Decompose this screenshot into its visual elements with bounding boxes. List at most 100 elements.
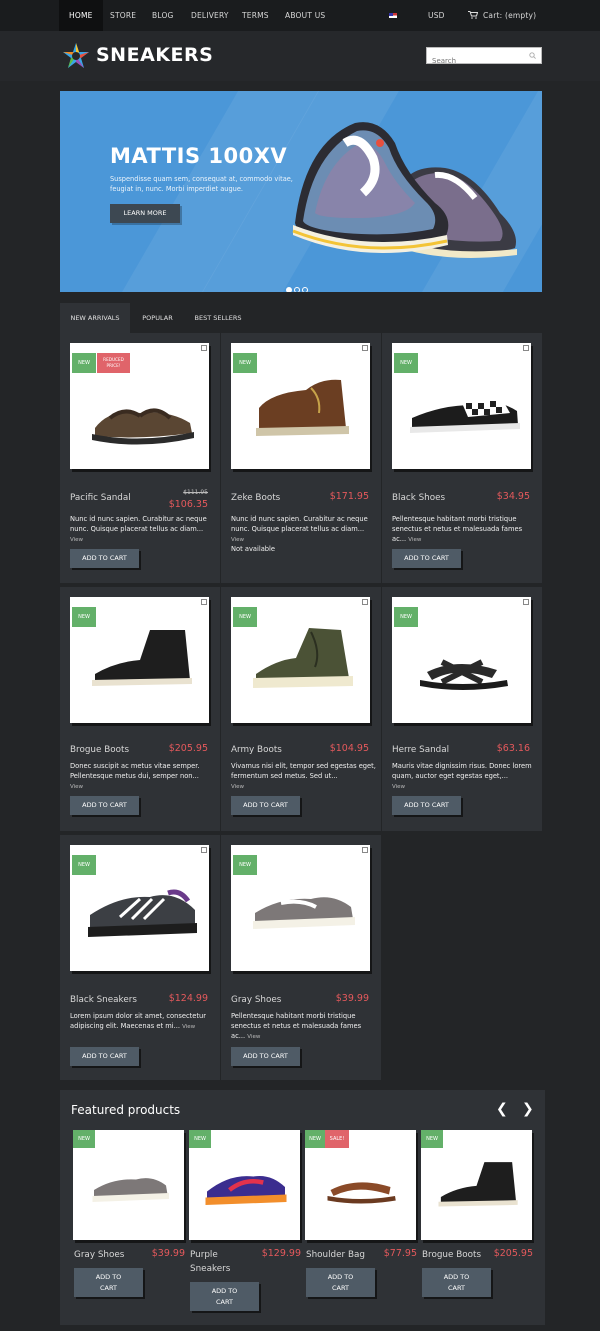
compare-checkbox[interactable]	[201, 345, 207, 351]
product-name[interactable]: Zeke Boots	[231, 493, 280, 503]
product-name[interactable]: Brogue Boots	[70, 745, 129, 755]
product-card[interactable]: NEW Gray Shoes $39.99 Pellentesque habit…	[221, 835, 381, 1080]
product-image[interactable]: NEW SALE!	[305, 1130, 416, 1240]
nav-store[interactable]: STORE	[110, 0, 136, 31]
new-badge: NEW	[72, 353, 96, 373]
prev-arrow-icon[interactable]: ❮	[496, 1101, 508, 1117]
product-image[interactable]: NEW	[70, 597, 209, 723]
product-name[interactable]: Gray Shoes	[74, 1248, 134, 1262]
product-name[interactable]: Black Sneakers	[70, 995, 137, 1005]
tab-best-sellers[interactable]: BEST SELLERS	[188, 303, 248, 333]
product-price: $104.95	[329, 743, 369, 754]
tab-popular[interactable]: POPULAR	[135, 303, 180, 333]
product-card[interactable]: NEW Herre Sandal $63.16 Mauris vitae dig…	[382, 587, 542, 831]
compare-checkbox[interactable]	[362, 599, 368, 605]
view-link[interactable]: View	[231, 537, 244, 543]
language-flag-icon[interactable]	[389, 13, 397, 18]
product-description: Vivamus nisi elit, tempor sed egestas eg…	[231, 761, 376, 792]
view-link[interactable]: View	[392, 784, 405, 790]
add-to-cart-button[interactable]: ADD TO CART	[190, 1282, 259, 1311]
view-link[interactable]: View	[247, 1034, 260, 1040]
compare-checkbox[interactable]	[523, 599, 529, 605]
product-image[interactable]: NEW	[392, 597, 531, 723]
view-link[interactable]: View	[408, 537, 421, 543]
new-badge: NEW	[189, 1130, 211, 1148]
product-card[interactable]: NEW Army Boots $104.95 Vivamus nisi elit…	[221, 587, 381, 831]
product-price: $106.35	[168, 499, 208, 510]
view-link[interactable]: View	[70, 784, 83, 790]
logo-text[interactable]: SNEAKERS	[96, 44, 213, 66]
add-to-cart-button[interactable]: ADD TO CART	[231, 796, 300, 815]
product-image[interactable]: NEW	[231, 597, 370, 723]
tab-new-arrivals[interactable]: NEW ARRIVALS	[60, 303, 130, 333]
sandal-icon	[327, 1182, 396, 1204]
product-image[interactable]: NEW	[73, 1130, 184, 1240]
button-label: CART	[332, 1284, 349, 1292]
search-icon[interactable]	[529, 52, 536, 59]
product-image[interactable]: NEW	[70, 845, 209, 971]
product-price: $205.95	[168, 743, 208, 754]
view-link[interactable]: View	[231, 784, 244, 790]
compare-checkbox[interactable]	[362, 847, 368, 853]
new-badge: NEW	[72, 855, 96, 875]
nav-blog[interactable]: BLOG	[152, 0, 174, 31]
product-name[interactable]: Black Shoes	[392, 493, 445, 503]
add-to-cart-button[interactable]: ADD TO CART	[70, 796, 139, 815]
add-to-cart-button[interactable]: ADD TO CART	[70, 1047, 139, 1066]
cart-icon[interactable]	[468, 11, 478, 19]
product-name[interactable]: Pacific Sandal	[70, 493, 131, 503]
logo-star-icon[interactable]	[62, 42, 90, 70]
product-image[interactable]: NEW	[231, 845, 370, 971]
product-name[interactable]: Herre Sandal	[392, 745, 449, 755]
view-link[interactable]: View	[182, 1024, 195, 1030]
product-image[interactable]: NEW REDUCED PRICE!	[70, 343, 209, 469]
description-text: Donec suscipit ac metus vitae semper. Pe…	[70, 762, 200, 780]
old-price: $111.95	[183, 489, 208, 496]
next-arrow-icon[interactable]: ❯	[522, 1101, 534, 1117]
compare-checkbox[interactable]	[362, 345, 368, 351]
product-card[interactable]: NEW REDUCED PRICE! Pacific Sandal $111.9…	[60, 333, 220, 583]
product-image[interactable]: NEW	[231, 343, 370, 469]
cart-link[interactable]: Cart: (empty)	[483, 0, 536, 31]
nav-home[interactable]: HOME	[59, 0, 103, 31]
new-badge: NEW	[233, 855, 257, 875]
slider-dot[interactable]	[294, 287, 300, 292]
sale-badge: SALE!	[325, 1130, 349, 1148]
product-name[interactable]: Army Boots	[231, 745, 282, 755]
product-card[interactable]: NEW Zeke Boots $171.95 Nunc id nunc sapi…	[221, 333, 381, 583]
view-link[interactable]: View	[70, 537, 83, 543]
product-image[interactable]: NEW	[189, 1130, 300, 1240]
product-name[interactable]: Gray Shoes	[231, 995, 281, 1005]
description-text: Mauris vitae dignissim risus. Donec lore…	[392, 762, 532, 780]
slider-dot[interactable]	[286, 287, 292, 292]
compare-checkbox[interactable]	[201, 847, 207, 853]
new-badge: NEW	[73, 1130, 95, 1148]
slider-dot[interactable]	[302, 287, 308, 292]
learn-more-button[interactable]: LEARN MORE	[110, 204, 180, 223]
nav-terms[interactable]: TERMS	[242, 0, 269, 31]
compare-checkbox[interactable]	[523, 345, 529, 351]
product-price: $124.99	[168, 993, 208, 1004]
product-image[interactable]: NEW	[421, 1130, 532, 1240]
add-to-cart-button[interactable]: ADD TO CART	[422, 1268, 491, 1297]
product-card[interactable]: NEW Brogue Boots $205.95 Donec suscipit …	[60, 587, 220, 831]
product-name[interactable]: Purple Sneakers	[190, 1248, 250, 1276]
add-to-cart-button[interactable]: ADD TO CART	[392, 796, 461, 815]
nav-delivery[interactable]: DELIVERY	[191, 0, 229, 31]
highboot-icon	[92, 630, 192, 686]
availability-status: Not available	[231, 545, 276, 553]
add-to-cart-button[interactable]: ADD TO CART	[74, 1268, 143, 1297]
product-card[interactable]: NEW Black Shoes $34.95 Pellentesque habi…	[382, 333, 542, 583]
add-to-cart-button[interactable]: ADD TO CART	[231, 1047, 300, 1066]
product-name[interactable]: Brogue Boots	[422, 1248, 482, 1262]
product-card[interactable]: NEW Black Sneakers $124.99 Lorem ipsum d…	[60, 835, 220, 1080]
search-input[interactable]	[427, 53, 527, 69]
nav-about-us[interactable]: ABOUT US	[285, 0, 325, 31]
add-to-cart-button[interactable]: ADD TO CART	[306, 1268, 375, 1297]
add-to-cart-button[interactable]: ADD TO CART	[70, 549, 139, 568]
product-image[interactable]: NEW	[392, 343, 531, 469]
add-to-cart-button[interactable]: ADD TO CART	[392, 549, 461, 568]
product-name[interactable]: Shoulder Bag	[306, 1248, 366, 1262]
compare-checkbox[interactable]	[201, 599, 207, 605]
currency-selector[interactable]: USD	[428, 0, 445, 31]
